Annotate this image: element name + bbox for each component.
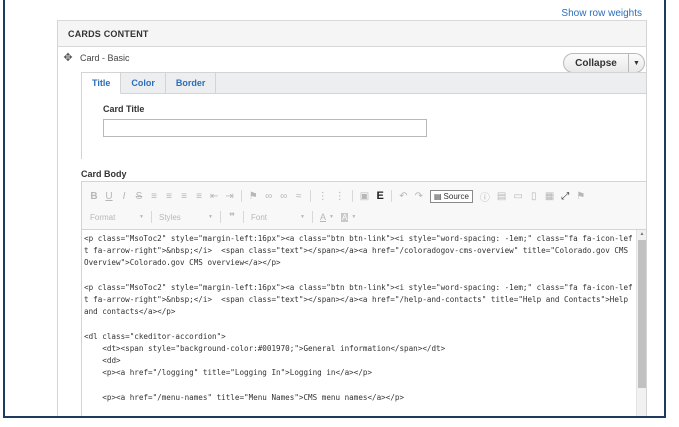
text-color-icon: A	[320, 212, 327, 222]
toolbar-separator	[220, 211, 221, 223]
show-row-weights-link[interactable]: Show row weights	[561, 8, 642, 19]
toolbar-separator	[312, 211, 313, 223]
maximize-icon[interactable]: ⤢	[561, 191, 569, 202]
bg-color-icon: A	[340, 212, 349, 222]
toolbar-row-1: B U I S ≡ ≡ ≡ ≡ ⇤ ⇥ ⚑ ∞ ∞ ≈ ⋮ ⋮ ▣ E ↶ ↷ …	[90, 186, 585, 206]
chevron-down-icon: ▼	[139, 214, 144, 220]
format-label: Format	[90, 212, 116, 222]
template-icon[interactable]: ▤	[497, 191, 506, 202]
page-frame: Show row weights CARDS CONTENT ✥ Card - …	[3, 0, 666, 418]
tab-border[interactable]: Border	[166, 73, 217, 93]
styles-label: Styles	[159, 212, 181, 222]
page-icon[interactable]: ▯	[530, 191, 538, 202]
indent-icon[interactable]: ⇥	[225, 191, 233, 202]
bulleted-list-icon[interactable]: ⋮	[318, 191, 328, 202]
source-icon: ▤	[433, 191, 442, 201]
card-title-input[interactable]	[103, 119, 427, 137]
toolbar-separator	[151, 211, 152, 223]
undo-icon[interactable]: ↶	[399, 191, 407, 202]
chevron-down-icon[interactable]: ▼	[629, 53, 645, 73]
link-icon[interactable]: ∞	[265, 191, 273, 202]
toolbar-row-2: Format ▼ Styles ▼ ❞ Font ▼ A ▼ A ▼	[90, 209, 356, 225]
toolbar-separator	[240, 190, 242, 202]
strikethrough-button[interactable]: S	[135, 191, 143, 202]
chevron-down-icon: ▼	[329, 214, 334, 220]
div-container-icon[interactable]: ▭	[513, 191, 522, 202]
text-color-button[interactable]: A ▼	[320, 212, 334, 222]
chevron-down-icon: ▼	[351, 214, 357, 220]
card-body-label: Card Body	[81, 169, 127, 179]
bg-color-button[interactable]: A ▼	[340, 212, 357, 222]
panel-title: CARDS CONTENT	[68, 28, 149, 39]
entity-embed-icon[interactable]: E	[376, 190, 384, 202]
blockquote-icon[interactable]: ❞	[228, 212, 236, 223]
align-center-icon[interactable]: ≡	[165, 191, 173, 202]
source-label: Source	[443, 191, 469, 201]
source-button[interactable]: ▤ Source	[429, 189, 473, 203]
toolbar-separator	[309, 190, 311, 202]
tab-bar: Title Color Border	[82, 73, 646, 94]
align-justify-icon[interactable]: ≡	[195, 191, 203, 202]
toolbar-separator	[391, 190, 393, 202]
table-icon[interactable]: ▦	[545, 191, 554, 202]
align-left-icon[interactable]: ≡	[150, 191, 158, 202]
card-tabs: Title Color Border Card Title	[81, 72, 647, 159]
source-code-textarea[interactable]: <p class="MsoToc2" style="margin-left:16…	[82, 230, 637, 416]
drag-handle-icon[interactable]: ✥	[63, 51, 73, 64]
flag-icon[interactable]: ⚑	[249, 191, 258, 202]
font-dropdown[interactable]: Font ▼	[251, 213, 305, 222]
editor-toolbar: B U I S ≡ ≡ ≡ ≡ ⇤ ⇥ ⚑ ∞ ∞ ≈ ⋮ ⋮ ▣ E ↶ ↷ …	[82, 182, 646, 230]
media-icon[interactable]: ▣	[360, 191, 369, 202]
bold-button[interactable]: B	[90, 191, 98, 202]
outdent-icon[interactable]: ⇤	[210, 191, 218, 202]
align-right-icon[interactable]: ≡	[180, 191, 188, 202]
info-icon[interactable]: ⓘ	[480, 189, 490, 204]
unlink-icon[interactable]: ∞	[280, 191, 288, 202]
redo-icon[interactable]: ↷	[415, 191, 423, 202]
collapse-button[interactable]: Collapse	[563, 53, 629, 73]
toolbar-separator	[243, 211, 244, 223]
chevron-down-icon: ▼	[208, 214, 213, 220]
anchor-icon[interactable]: ≈	[295, 191, 303, 202]
tab-panel-title: Card Title	[82, 94, 646, 159]
card-row: ✥ Card - Basic	[63, 51, 130, 64]
source-code-text: <p class="MsoToc2" style="margin-left:16…	[84, 234, 633, 402]
show-blocks-icon[interactable]: ⚑	[576, 191, 585, 202]
tab-color[interactable]: Color	[121, 73, 166, 93]
collapse-control: Collapse ▼	[563, 53, 645, 73]
styles-dropdown[interactable]: Styles ▼	[159, 213, 213, 222]
card-body-editor: B U I S ≡ ≡ ≡ ≡ ⇤ ⇥ ⚑ ∞ ∞ ≈ ⋮ ⋮ ▣ E ↶ ↷ …	[81, 181, 647, 416]
card-type-label: Card - Basic	[80, 52, 130, 63]
scroll-up-icon[interactable]: ▲	[637, 230, 647, 239]
chevron-down-icon: ▼	[300, 214, 305, 220]
underline-button[interactable]: U	[105, 191, 113, 202]
numbered-list-icon[interactable]: ⋮	[335, 191, 345, 202]
scroll-thumb[interactable]	[638, 240, 646, 388]
tab-title[interactable]: Title	[82, 73, 122, 94]
italic-button[interactable]: I	[120, 191, 128, 202]
format-dropdown[interactable]: Format ▼	[90, 213, 144, 222]
editor-scrollbar[interactable]: ▲	[636, 230, 647, 416]
font-label: Font	[251, 212, 268, 222]
cards-content-panel: CARDS CONTENT ✥ Card - Basic Collapse ▼ …	[57, 20, 647, 416]
toolbar-separator	[351, 190, 353, 202]
card-title-label: Card Title	[103, 104, 145, 114]
panel-header: CARDS CONTENT	[58, 20, 646, 47]
